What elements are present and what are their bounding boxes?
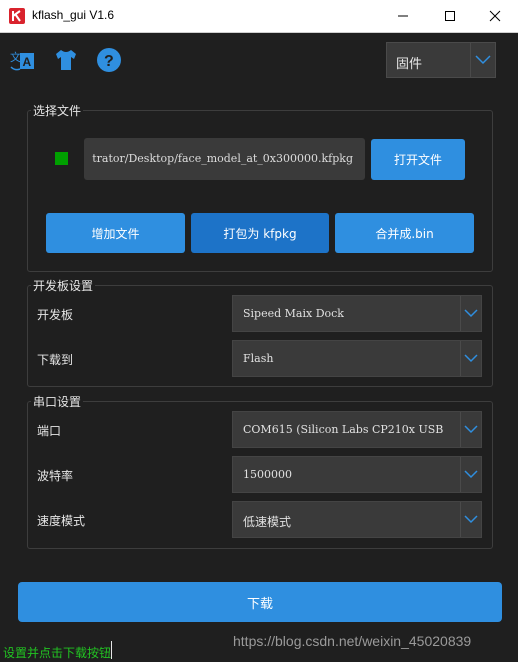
board-select[interactable]: Sipeed Maix Dock xyxy=(232,295,482,332)
status-text: 设置并点击下载按钮 xyxy=(3,646,112,660)
window-title: kflash_gui V1.6 xyxy=(32,8,115,22)
chevron-down-icon xyxy=(460,341,481,376)
firmware-select-value: 固件 xyxy=(396,57,423,72)
chevron-down-icon xyxy=(460,412,481,447)
port-select[interactable]: COM615 (Silicon Labs CP210x USB to xyxy=(232,411,482,448)
download-button[interactable]: 下载 xyxy=(18,582,502,622)
tshirt-icon[interactable] xyxy=(53,47,79,73)
chevron-down-icon xyxy=(460,502,481,537)
status-cursor xyxy=(111,641,112,659)
language-icon[interactable]: A 文 xyxy=(9,47,35,73)
firmware-select[interactable]: 固件 xyxy=(386,42,496,78)
file-status-indicator xyxy=(55,152,68,165)
svg-text:文: 文 xyxy=(10,50,21,64)
chevron-down-icon xyxy=(460,296,481,331)
board-label: 开发板 xyxy=(37,308,74,322)
maximize-button[interactable] xyxy=(427,0,473,32)
svg-text:?: ? xyxy=(104,53,114,70)
board-settings-title: 开发板设置 xyxy=(31,277,96,294)
port-select-value: COM615 (Silicon Labs CP210x USB to xyxy=(243,423,443,436)
close-button[interactable] xyxy=(472,0,518,32)
chevron-down-icon xyxy=(470,43,495,77)
baud-rate-select[interactable]: 1500000 xyxy=(232,456,482,493)
watermark-text: https://blog.csdn.net/weixin_45020839 xyxy=(233,633,472,649)
select-file-title: 选择文件 xyxy=(31,102,84,119)
download-target-select[interactable]: Flash xyxy=(232,340,482,377)
chevron-down-icon xyxy=(460,457,481,492)
port-label: 端口 xyxy=(37,424,62,438)
speed-mode-value: 低速模式 xyxy=(243,515,292,529)
board-select-value: Sipeed Maix Dock xyxy=(243,307,344,320)
kflash-logo-icon xyxy=(9,8,25,24)
speed-mode-select[interactable]: 低速模式 xyxy=(232,501,482,538)
minimize-button[interactable] xyxy=(380,0,426,32)
download-target-label: 下载到 xyxy=(37,353,74,367)
speed-mode-label: 速度模式 xyxy=(37,514,86,528)
file-path-field[interactable]: trator/Desktop/face_model_at_0x300000.kf… xyxy=(84,138,365,180)
merge-bin-button[interactable]: 合并成.bin xyxy=(335,213,474,253)
baud-rate-value: 1500000 xyxy=(243,468,292,481)
help-icon[interactable]: ? xyxy=(96,47,122,73)
baud-rate-label: 波特率 xyxy=(37,469,74,483)
pack-kfpkg-button[interactable]: 打包为 kfpkg xyxy=(191,213,329,253)
open-file-button[interactable]: 打开文件 xyxy=(371,139,465,180)
title-bar: kflash_gui V1.6 xyxy=(0,0,518,33)
add-file-button[interactable]: 增加文件 xyxy=(46,213,185,253)
svg-text:A: A xyxy=(23,55,32,69)
download-target-value: Flash xyxy=(243,352,274,365)
file-path-text: trator/Desktop/face_model_at_0x300000.kf… xyxy=(92,152,353,165)
serial-settings-title: 串口设置 xyxy=(31,393,84,410)
